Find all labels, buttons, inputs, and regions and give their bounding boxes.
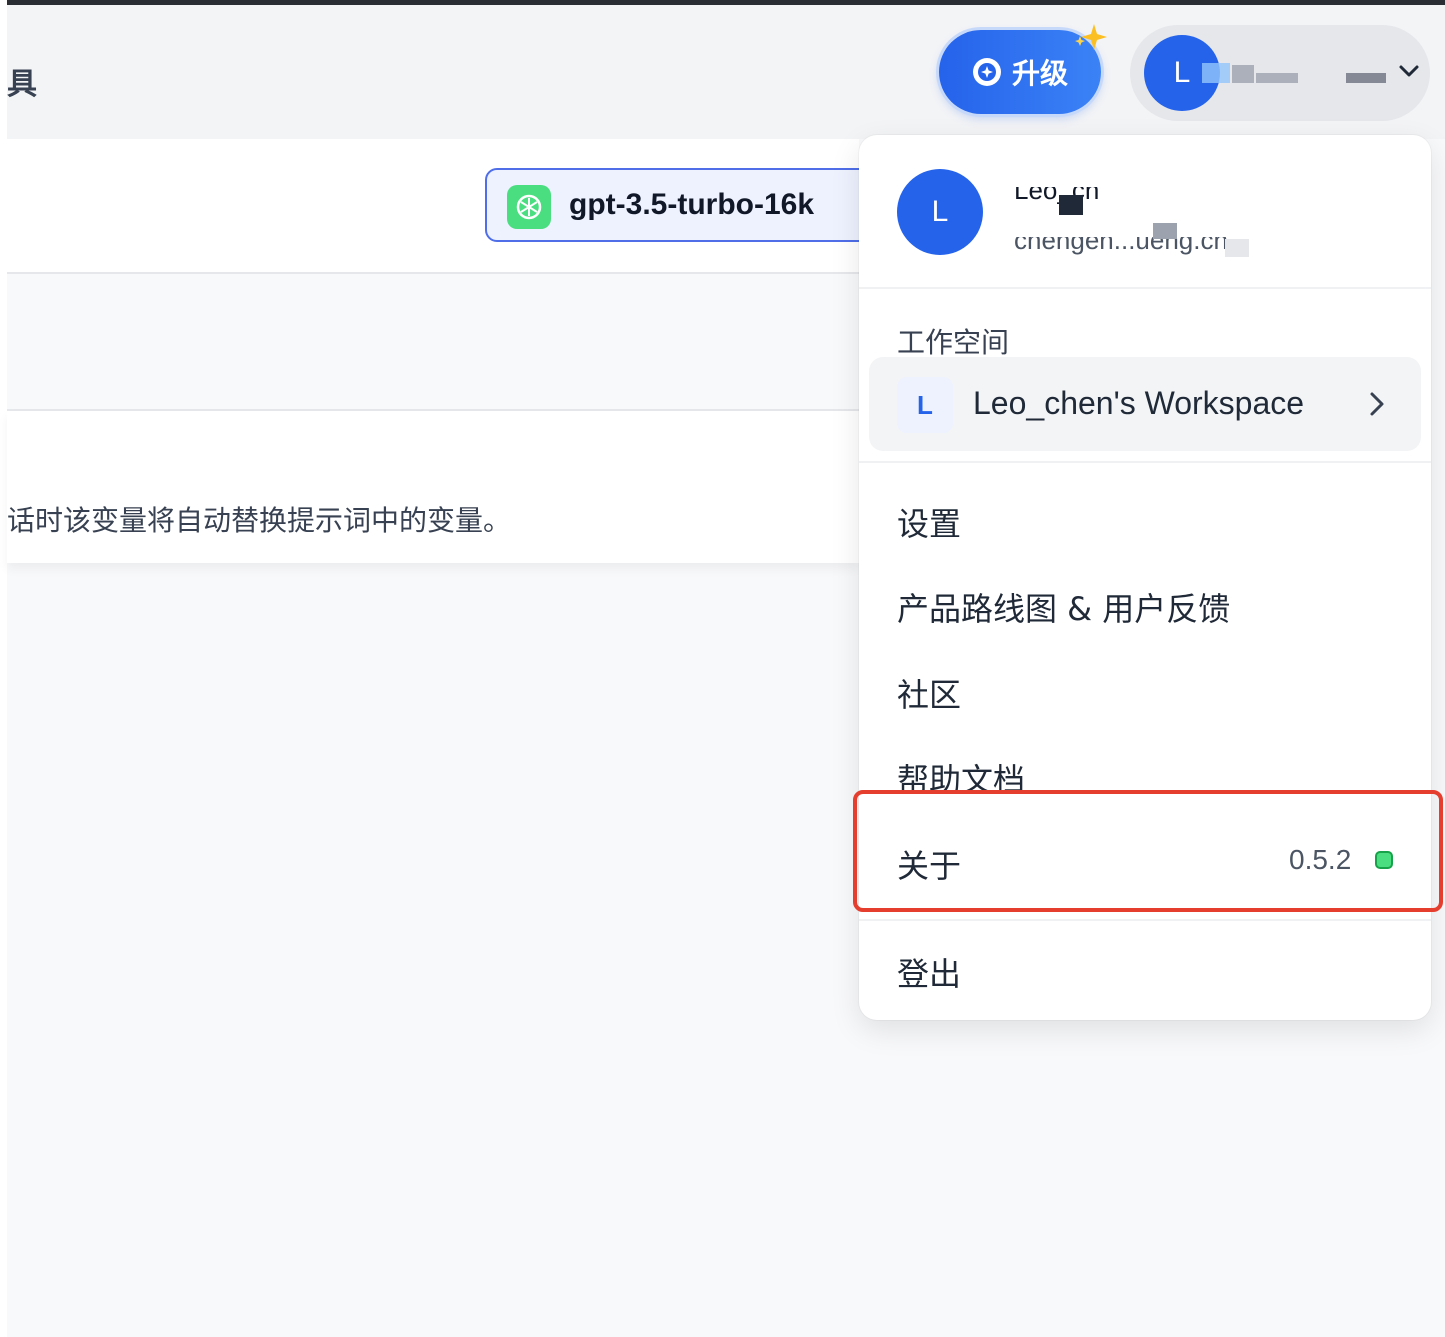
openai-icon	[507, 185, 551, 229]
divider	[7, 272, 859, 274]
highlight-annotation	[853, 790, 1443, 912]
redaction-mask	[1059, 195, 1083, 215]
account-menu-button[interactable]: L	[1130, 25, 1430, 121]
account-avatar-initial: L	[1173, 56, 1191, 89]
redacted-name	[1346, 73, 1386, 83]
menu-avatar-initial: L	[931, 195, 949, 228]
redaction-mask	[1153, 223, 1177, 239]
model-selector[interactable]: gpt-3.5-turbo-16k	[485, 168, 875, 242]
variables-hint-text: 话时该变量将自动替换提示词中的变量。	[7, 504, 512, 537]
menu-divider	[859, 919, 1431, 921]
redacted-name	[1256, 73, 1298, 83]
chevron-right-icon	[1370, 392, 1384, 416]
workspace-initial: L	[917, 389, 933, 420]
sparkle-icon	[1075, 24, 1107, 50]
upgrade-label: 升级	[1011, 58, 1068, 89]
page-title-truncated: 具	[7, 67, 37, 102]
workspace-name: Leo_chen's Workspace	[973, 385, 1305, 421]
redaction-mask	[1225, 239, 1249, 257]
workspace-switcher[interactable]: L Leo_chen's Workspace	[869, 357, 1421, 451]
menu-item-roadmap-feedback[interactable]: 产品路线图 & 用户反馈	[897, 584, 1230, 630]
menu-divider	[859, 461, 1431, 463]
redaction-mask	[1009, 173, 1269, 187]
redacted-name	[1232, 65, 1254, 83]
redacted-name	[1202, 63, 1230, 83]
menu-item-community[interactable]: 社区	[897, 670, 961, 716]
chevron-down-icon	[1399, 65, 1419, 77]
left-edge	[0, 0, 7, 1337]
model-name: gpt-3.5-turbo-16k	[569, 188, 815, 221]
workspace-section-label: 工作空间	[897, 326, 1010, 359]
menu-item-logout[interactable]: 登出	[897, 949, 961, 995]
workspace-avatar: L	[897, 377, 953, 433]
menu-user-avatar: L	[897, 169, 983, 255]
variables-hint-panel: 话时该变量将自动替换提示词中的变量。	[7, 411, 859, 563]
menu-item-settings[interactable]: 设置	[897, 499, 961, 545]
menu-divider	[859, 287, 1431, 289]
sparkles-badge-icon	[972, 58, 1001, 86]
